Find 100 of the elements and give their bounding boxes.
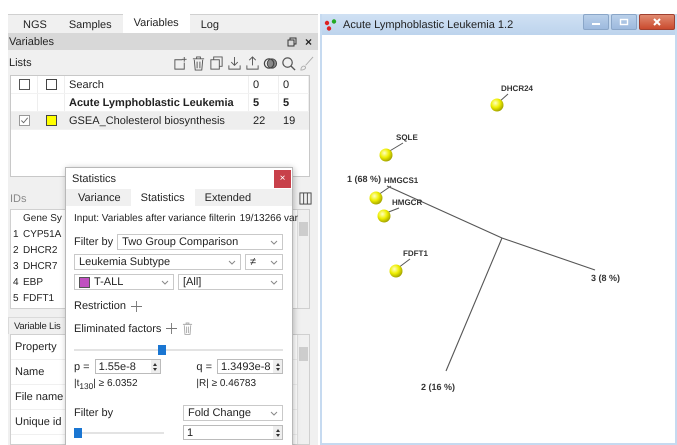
slider[interactable] <box>74 345 283 355</box>
close-button[interactable] <box>639 14 675 30</box>
row-number: 3 <box>12 260 20 272</box>
tab[interactable]: Variables <box>122 14 190 33</box>
dialog-title: Statistics <box>72 172 116 184</box>
leader-line <box>388 142 404 152</box>
property-name: Unique id <box>15 416 62 428</box>
scrollbar[interactable] <box>297 210 309 308</box>
property-name: Name <box>15 366 44 378</box>
section-label: IDs <box>10 192 26 204</box>
tab[interactable]: NGS <box>12 16 58 33</box>
table-cell-text: DHCR7 <box>22 260 58 272</box>
caret-icon <box>270 410 278 416</box>
field-label: Eliminated factors <box>74 322 162 334</box>
list-name[interactable]: Acute Lymphoblastic Leukemia <box>69 96 234 108</box>
caret-icon <box>161 280 169 284</box>
spin-box[interactable]: 1.3493e-8 <box>217 359 283 374</box>
tab[interactable]: Statistics <box>130 189 195 206</box>
tab[interactable]: Log <box>190 16 230 33</box>
caret-icon <box>270 280 278 284</box>
list-count: 0 <box>253 78 260 90</box>
row-number: 2 <box>12 244 20 256</box>
sphere-marker[interactable] <box>380 148 392 162</box>
spin-box[interactable]: 1 <box>183 425 283 440</box>
list-count: 5 <box>253 96 260 108</box>
overlap-circles-icon[interactable] <box>263 56 278 70</box>
point-label: DHCR24 <box>501 84 534 93</box>
table-cell-text: FDFT1 <box>22 292 54 304</box>
caret-icon <box>270 260 278 264</box>
list-count: 5 <box>283 96 290 108</box>
color-swatch[interactable] <box>46 115 56 126</box>
point-label: HMGCS1 <box>384 176 418 185</box>
checkbox[interactable] <box>18 79 30 90</box>
row-number: 4 <box>12 276 20 288</box>
panel-title: Variables <box>9 36 56 48</box>
threshold-text: |t$_{130}$| ≥ 6.0352 <box>74 378 139 391</box>
trash-icon[interactable] <box>191 56 206 70</box>
leader-line <box>378 186 392 196</box>
table-cell-text: EBP <box>22 276 44 288</box>
float-icon[interactable] <box>286 36 297 46</box>
leader-line <box>398 258 410 268</box>
field-label: Filter by <box>74 236 114 248</box>
list-count: 22 <box>253 114 266 126</box>
columns-icon[interactable] <box>299 192 312 205</box>
dropdown[interactable]: [All] <box>178 274 283 290</box>
axis-label: 1 (68 %) <box>347 174 382 184</box>
list-name[interactable]: Search <box>69 78 104 90</box>
property-name: File name <box>15 391 64 403</box>
input-label: Input: Variables after variance filterin <box>74 213 236 224</box>
dropdown[interactable]: Two Group Comparison <box>117 234 283 250</box>
tab[interactable]: Variable Lis <box>8 317 68 334</box>
list-count: 0 <box>283 78 290 90</box>
app-icon <box>324 18 338 30</box>
add-icon[interactable] <box>166 323 178 334</box>
input-count: 19/13266 var <box>240 213 298 224</box>
sphere-marker[interactable] <box>370 192 382 204</box>
caret-icon <box>228 260 236 264</box>
column-header[interactable]: Gene Sy <box>21 212 62 224</box>
dropdown[interactable]: Leukemia Subtype <box>74 254 241 270</box>
section-label: Lists <box>9 57 32 69</box>
window-title: Acute Lymphoblastic Leukemia 1.2 <box>343 18 514 30</box>
add-icon[interactable] <box>130 300 142 312</box>
scrollbar[interactable] <box>297 335 309 444</box>
sphere-marker[interactable] <box>490 98 504 112</box>
point-label: SQLE <box>396 133 418 142</box>
point-label: FDFT1 <box>403 249 428 258</box>
leader-line <box>498 94 508 102</box>
row-number: 5 <box>12 292 20 304</box>
dropdown[interactable]: ≠ <box>245 254 283 270</box>
search-icon[interactable] <box>281 56 296 70</box>
color-swatch[interactable] <box>46 79 56 90</box>
close-button[interactable]: × <box>302 34 314 48</box>
upload-icon[interactable] <box>245 56 260 70</box>
close-button[interactable]: × <box>274 170 291 188</box>
dropdown[interactable]: Fold Change <box>183 405 283 421</box>
brush-icon <box>299 56 314 70</box>
field-label: Filter by <box>74 407 114 419</box>
column-header: Property <box>15 341 57 353</box>
spin-box[interactable]: 1.55e-8 <box>94 359 161 374</box>
field-label: p = <box>74 360 90 372</box>
tab[interactable]: Variance <box>68 189 131 206</box>
list-name[interactable]: GSEA_Cholesterol biosynthesis <box>69 114 225 126</box>
sphere-marker[interactable] <box>378 210 390 222</box>
close-icon <box>652 17 662 27</box>
field-label: Restriction <box>74 300 126 312</box>
axis-label: 3 (8 %) <box>591 273 620 283</box>
threshold-text: |R| ≥ 0.46783 <box>196 378 257 389</box>
sphere-marker[interactable] <box>390 264 402 278</box>
copy-icon[interactable] <box>209 56 224 70</box>
axis-label: 2 (16 %) <box>421 382 456 392</box>
add-list-icon[interactable] <box>173 56 188 70</box>
field-label: q = <box>196 360 212 372</box>
tab[interactable]: Extended <box>194 189 262 206</box>
tab[interactable]: Samples <box>58 16 123 33</box>
dropdown[interactable]: T-ALL <box>74 274 174 290</box>
point-label: HMGCR <box>392 198 422 207</box>
table-cell-text: DHCR2 <box>22 244 58 256</box>
slider[interactable] <box>74 428 164 438</box>
checkbox[interactable] <box>18 115 30 126</box>
download-icon[interactable] <box>227 56 242 70</box>
